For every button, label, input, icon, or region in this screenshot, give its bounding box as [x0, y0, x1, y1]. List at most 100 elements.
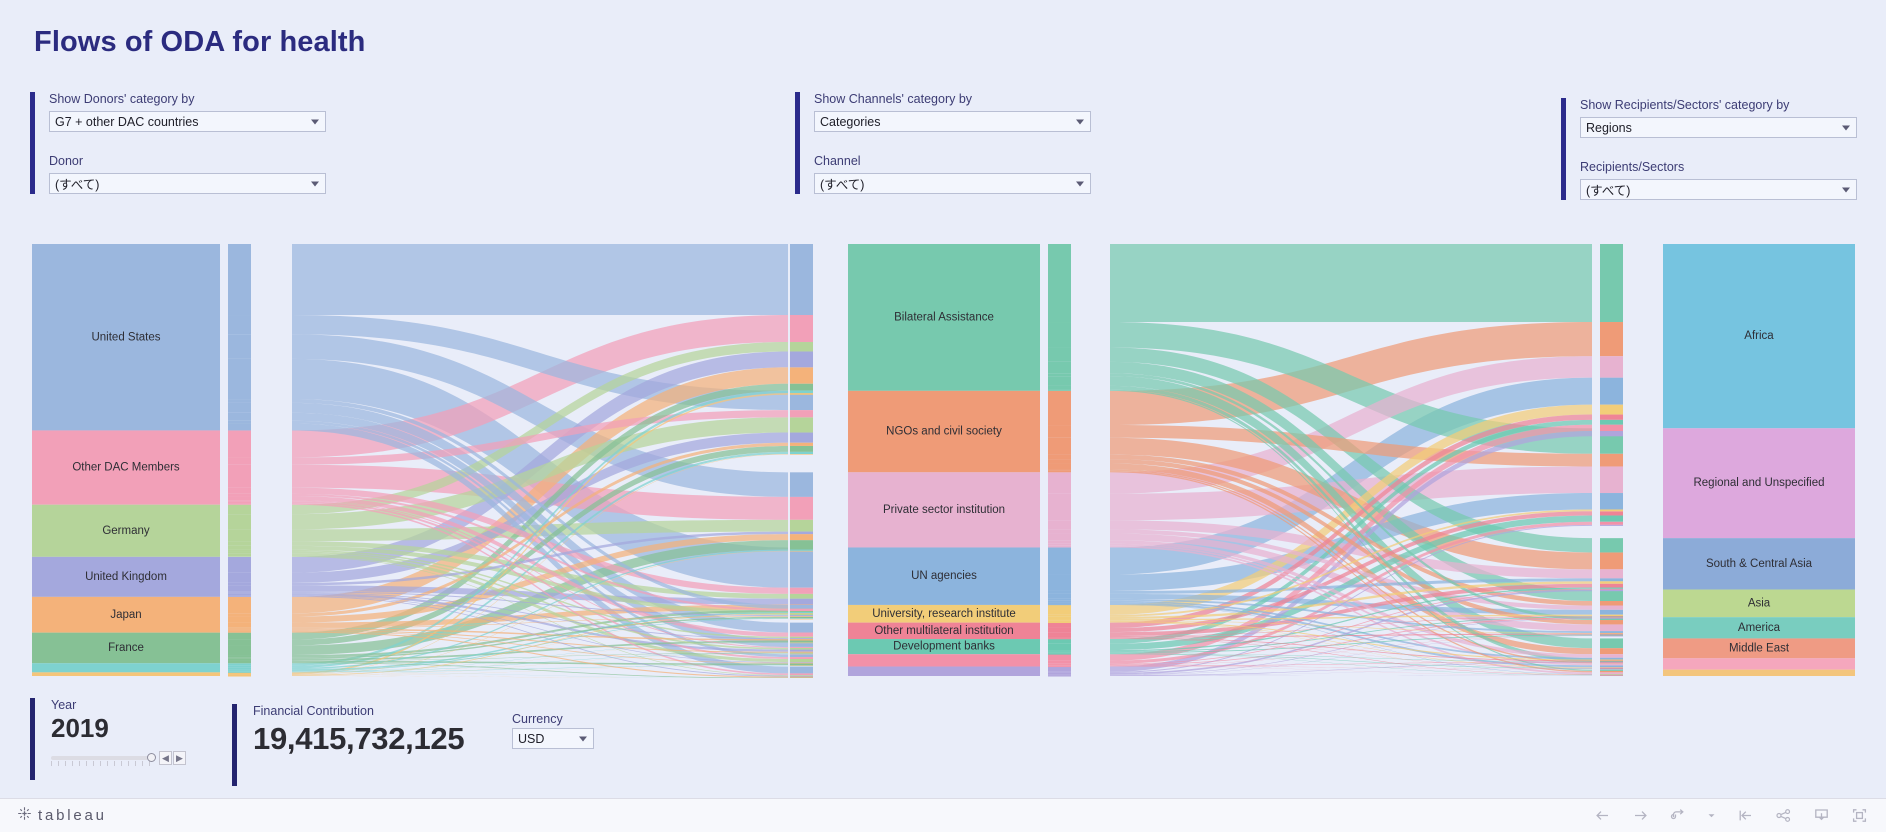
sankey-sub-segment[interactable]	[1048, 598, 1071, 601]
sankey-sub-segment[interactable]	[1048, 604, 1071, 615]
sankey-sub-segment[interactable]	[1048, 520, 1071, 530]
sankey-sub-segment[interactable]	[790, 472, 813, 497]
sankey-sub-segment[interactable]	[1600, 614, 1623, 617]
sankey-sub-segment[interactable]	[228, 457, 251, 465]
sankey-sub-segment[interactable]	[1600, 657, 1623, 660]
sankey-sub-segment[interactable]	[1048, 459, 1071, 464]
sankey-sub-segment[interactable]	[1048, 674, 1071, 675]
sankey-sub-segment[interactable]	[1600, 493, 1623, 510]
sankey-sub-segment[interactable]	[1600, 509, 1623, 512]
sankey-sub-segment[interactable]	[790, 662, 813, 663]
sankey-sub-segment[interactable]	[1048, 385, 1071, 390]
sankey-sub-segment[interactable]	[228, 514, 251, 530]
reset-icon[interactable]	[1736, 807, 1754, 825]
sankey-sub-segment[interactable]	[1600, 674, 1623, 676]
sankey-sub-segment[interactable]	[228, 669, 251, 671]
sankey-sub-segment[interactable]	[1048, 602, 1071, 605]
sankey-sub-segment[interactable]	[790, 451, 813, 455]
sankey-node-recipient[interactable]	[1663, 617, 1855, 639]
sankey-sub-segment[interactable]	[1048, 650, 1071, 652]
sankey-sub-segment[interactable]	[228, 672, 251, 673]
sankey-sub-segment[interactable]	[790, 649, 813, 652]
sankey-sub-segment[interactable]	[790, 417, 813, 433]
sankey-sub-segment[interactable]	[1048, 470, 1071, 473]
sankey-sub-segment[interactable]	[790, 587, 813, 594]
sankey-sub-segment[interactable]	[228, 529, 251, 542]
sankey-sub-segment[interactable]	[790, 315, 813, 343]
sankey-sub-segment[interactable]	[1048, 637, 1071, 639]
sankey-sub-segment[interactable]	[1048, 347, 1071, 362]
sankey-sub-segment[interactable]	[1048, 632, 1071, 636]
sankey-sub-segment[interactable]	[1600, 663, 1623, 666]
sankey-node-donor[interactable]	[32, 663, 220, 673]
sankey-sub-segment[interactable]	[228, 553, 251, 557]
sankey-sub-segment[interactable]	[1048, 545, 1071, 548]
sankey-sub-segment[interactable]	[790, 658, 813, 663]
sankey-sub-segment[interactable]	[1600, 668, 1623, 670]
sankey-sub-segment[interactable]	[228, 556, 251, 557]
sankey-svg[interactable]: United StatesOther DAC MembersGermanyUni…	[0, 240, 1886, 678]
sankey-sub-segment[interactable]	[1048, 638, 1071, 639]
sankey-sub-segment[interactable]	[1048, 469, 1071, 471]
sankey-sub-segment[interactable]	[1600, 581, 1623, 584]
sankey-sub-segment[interactable]	[790, 615, 813, 617]
share-icon[interactable]	[1774, 807, 1792, 825]
slider-knob[interactable]	[147, 752, 156, 762]
sankey-link[interactable]	[292, 244, 788, 316]
sankey-sub-segment[interactable]	[1048, 653, 1071, 654]
sankey-sub-segment[interactable]	[1600, 635, 1623, 637]
sankey-sub-segment[interactable]	[1048, 614, 1071, 617]
sankey-sub-segment[interactable]	[1048, 622, 1071, 628]
back-arrow-icon[interactable]	[1593, 807, 1611, 825]
sankey-sub-segment[interactable]	[1048, 666, 1071, 672]
sankey-sub-segment[interactable]	[1600, 631, 1623, 633]
sankey-sub-segment[interactable]	[228, 501, 251, 504]
donor-select[interactable]: (すべて)	[49, 173, 326, 194]
sankey-sub-segment[interactable]	[228, 658, 251, 661]
sankey-sub-segment[interactable]	[790, 666, 813, 674]
sankey-sub-segment[interactable]	[228, 662, 251, 664]
sankey-sub-segment[interactable]	[228, 665, 251, 668]
sankey-sub-segment[interactable]	[1048, 643, 1071, 651]
sankey-chart[interactable]: United States Other DAC Members Germany Uni…	[0, 240, 1886, 678]
sankey-sub-segment[interactable]	[228, 572, 251, 583]
sankey-sub-segment[interactable]	[1600, 654, 1623, 658]
sankey-sub-segment[interactable]	[790, 657, 813, 659]
sankey-sub-segment[interactable]	[790, 654, 813, 658]
sankey-sub-segment[interactable]	[228, 671, 251, 672]
sankey-sub-segment[interactable]	[790, 410, 813, 418]
sankey-node-channel[interactable]	[848, 390, 1040, 473]
sankey-node-channel[interactable]	[848, 547, 1040, 605]
sankey-sub-segment[interactable]	[1048, 654, 1071, 661]
year-next-button[interactable]: ▶	[173, 750, 186, 765]
sankey-sub-segment[interactable]	[228, 595, 251, 597]
sankey-sub-segment[interactable]	[228, 596, 251, 597]
donors-category-select[interactable]: G7 + other DAC countries	[49, 111, 326, 132]
sankey-sub-segment[interactable]	[1600, 648, 1623, 655]
sankey-sub-segment[interactable]	[790, 616, 813, 619]
sankey-sub-segment[interactable]	[228, 585, 251, 592]
sankey-sub-segment[interactable]	[1048, 620, 1071, 622]
sankey-sub-segment[interactable]	[1048, 653, 1071, 655]
sankey-sub-segment[interactable]	[228, 420, 251, 424]
sankey-sub-segment[interactable]	[1048, 620, 1071, 621]
sankey-sub-segment[interactable]	[1600, 659, 1623, 661]
sankey-sub-segment[interactable]	[1600, 521, 1623, 525]
sankey-sub-segment[interactable]	[1600, 552, 1623, 570]
sankey-node-donor[interactable]	[32, 430, 220, 505]
sankey-sub-segment[interactable]	[1048, 619, 1071, 621]
sankey-sub-segment[interactable]	[228, 639, 251, 646]
sankey-sub-segment[interactable]	[228, 675, 251, 677]
sankey-sub-segment[interactable]	[1600, 322, 1623, 357]
recipients-category-select[interactable]: Regions	[1580, 117, 1857, 138]
sankey-sub-segment[interactable]	[1048, 437, 1071, 455]
sankey-sub-segment[interactable]	[1600, 634, 1623, 636]
sankey-sub-segment[interactable]	[790, 540, 813, 550]
sankey-sub-segment[interactable]	[228, 628, 251, 630]
sankey-sub-segment[interactable]	[1600, 589, 1623, 602]
sankey-sub-segment[interactable]	[1048, 373, 1071, 377]
sankey-sub-segment[interactable]	[790, 367, 813, 384]
sankey-sub-segment[interactable]	[790, 454, 813, 455]
sankey-sub-segment[interactable]	[790, 393, 813, 395]
sankey-sub-segment[interactable]	[1048, 390, 1071, 426]
